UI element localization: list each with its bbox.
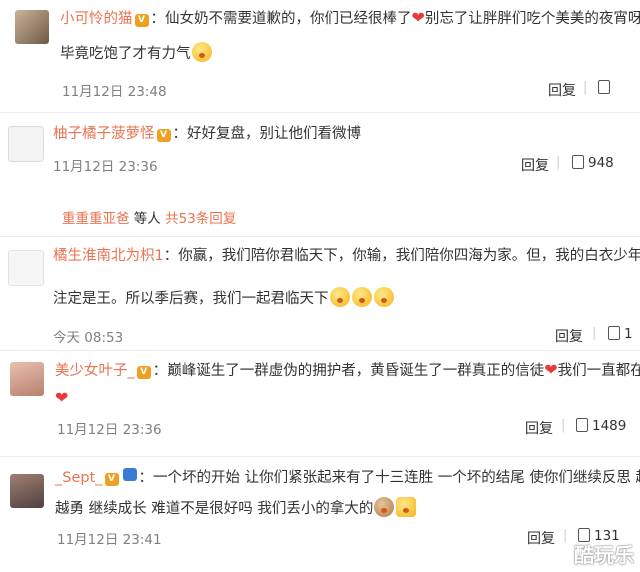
username-link[interactable]: 柚子橘子菠萝怪 [53, 126, 155, 142]
vip-badge-icon: V [134, 14, 149, 27]
comment-text-line: 美少女叶子_ V ：巅峰诞生了一群虚伪的拥护者，黄昏诞生了一群真正的信徒❤我们一直都… [55, 360, 640, 381]
comment-text-line: ❤ [55, 388, 68, 409]
thumbs-up-icon [598, 80, 610, 94]
comment-text: ：一个坏的开始 让你们紧张起来有了十三连胜 一个坏的结尾 使你们继续反思 越战 [138, 470, 640, 486]
thumbs-up-icon [608, 326, 620, 340]
comment-time: 11月12日 23:48 [62, 84, 167, 100]
comment-text: 我们一直都在 [557, 363, 640, 379]
more-replies-link[interactable]: 重重重亚爸 等人 共53条回复 [62, 207, 236, 227]
vip-badge-icon: V [104, 473, 119, 486]
comment-time: 11月12日 23:36 [57, 422, 162, 438]
divider: | [563, 528, 568, 543]
emoji-icon [329, 287, 350, 307]
like-count: 1489 [592, 418, 627, 434]
comment-text: ：巅峰诞生了一群虚伪的拥护者，黄昏诞生了一群真正的信徒 [152, 363, 545, 379]
heart-emoji-icon: ❤ [411, 8, 425, 27]
emoji-icon [191, 42, 212, 62]
comment-text: 越勇 继续成长 难道不是很好吗 我们丢小的拿大的 [55, 501, 374, 517]
level-badge-icon [122, 468, 137, 481]
like-button[interactable] [598, 80, 614, 96]
like-button[interactable]: 1 [608, 326, 633, 342]
avatar[interactable] [8, 250, 44, 286]
comment-text: 毕竟吃饱了才有力气 [60, 46, 191, 62]
avatar[interactable] [10, 474, 44, 508]
more-replies-text: 等人 [129, 211, 166, 227]
reply-button[interactable]: 回复 [521, 155, 549, 175]
like-button[interactable]: 1489 [576, 418, 626, 434]
avatar[interactable] [8, 126, 44, 162]
divider: | [583, 80, 588, 95]
divider [0, 112, 640, 113]
more-replies-count[interactable]: 共53条回复 [165, 211, 236, 227]
divider [0, 350, 640, 351]
comment-text-line: 越勇 继续成长 难道不是很好吗 我们丢小的拿大的 [55, 497, 417, 519]
comment-time: 11月12日 23:36 [53, 159, 158, 175]
avatar[interactable] [10, 362, 44, 396]
vip-badge-icon: V [136, 366, 151, 379]
avatar[interactable] [15, 10, 49, 44]
divider [0, 456, 640, 457]
divider [0, 236, 640, 237]
like-count: 948 [588, 155, 614, 171]
divider: | [561, 418, 566, 433]
divider: | [556, 155, 561, 170]
comment-time: 今天 08:53 [53, 330, 124, 346]
comment-text: 注定是王。所以季后赛，我们一起君临天下 [53, 291, 329, 307]
like-count: 1 [624, 326, 633, 342]
comment-text-line: _Sept_ V ：一个坏的开始 让你们紧张起来有了十三连胜 一个坏的结尾 使你们继… [55, 468, 640, 488]
reply-button[interactable]: 回复 [548, 80, 576, 100]
reply-button[interactable]: 回复 [525, 418, 553, 438]
heart-emoji-icon: ❤ [55, 388, 69, 407]
username-link[interactable]: _Sept_ [55, 470, 103, 486]
comment-time: 11月12日 23:41 [57, 532, 162, 548]
muscle-emoji-icon [396, 497, 417, 517]
username-link[interactable]: 橘生淮南北为枳1 [53, 248, 164, 264]
username-link[interactable]: 美少女叶子_ [55, 363, 135, 379]
username-link[interactable]: 小可怜的猫 [60, 11, 133, 27]
watermark: 酷玩乐 [574, 543, 634, 567]
emoji-icon [351, 287, 372, 307]
like-button[interactable]: 948 [572, 155, 614, 171]
comment-text: ：你赢，我们陪你君临天下，你输，我们陪你四海为家。但，我的白衣少年们， [163, 248, 640, 264]
comment-text-line: 橘生淮南北为枳1：你赢，我们陪你君临天下，你输，我们陪你四海为家。但，我的白衣少… [53, 246, 640, 266]
reply-username[interactable]: 重重重亚爸 [62, 211, 130, 227]
comment-text-line: 小可怜的猫 V ：仙女奶不需要道歉的，你们已经很棒了❤别忘了让胖胖们吃个美美的夜宵呀… [60, 8, 640, 29]
heart-emoji-icon: ❤ [544, 360, 558, 379]
vip-badge-icon: V [156, 129, 171, 142]
comment-text-line: 注定是王。所以季后赛，我们一起君临天下 [53, 287, 395, 309]
reply-button[interactable]: 回复 [555, 326, 583, 346]
comment-text-line: 柚子橘子菠萝怪 V ：好好复盘，别让他们看微博 [53, 124, 361, 144]
comment-text-line: 毕竟吃饱了才有力气 [60, 42, 213, 64]
comment-text: 别忘了让胖胖们吃个美美的夜宵呀， [424, 11, 640, 27]
reply-button[interactable]: 回复 [527, 528, 555, 548]
emoji-icon [373, 287, 394, 307]
thumbs-up-icon [572, 155, 584, 169]
thumbs-up-icon [576, 418, 588, 432]
comment-text: ：仙女奶不需要道歉的，你们已经很棒了 [150, 11, 412, 27]
divider: | [592, 326, 597, 341]
doge-emoji-icon [374, 497, 395, 517]
comment-text: ：好好复盘，别让他们看微博 [172, 126, 362, 142]
